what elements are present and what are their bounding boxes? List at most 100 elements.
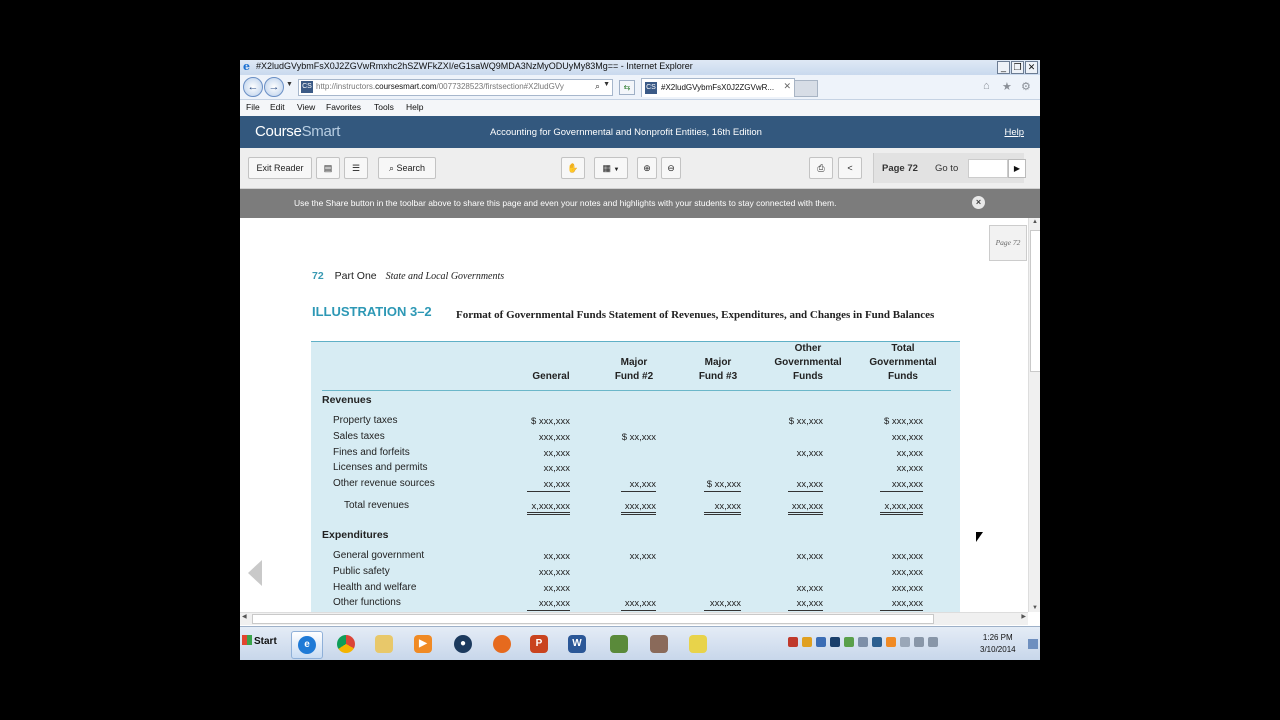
tray-shield-icon[interactable] bbox=[816, 637, 826, 647]
taskbar-app-books[interactable] bbox=[604, 631, 634, 657]
cell: xxx,xxx bbox=[788, 501, 823, 515]
close-window-button[interactable]: ✕ bbox=[1025, 61, 1038, 74]
vertical-scrollbar[interactable]: ▲ ▼ bbox=[1028, 218, 1040, 612]
cell: $ xx,xxx bbox=[788, 416, 823, 427]
help-link[interactable]: Help bbox=[1004, 127, 1024, 138]
taskbar-file-explorer[interactable] bbox=[369, 631, 399, 657]
printer-icon: ⎙ bbox=[817, 163, 825, 173]
folder-icon bbox=[375, 635, 393, 653]
row-label-licenses-and-permits: Licenses and permits bbox=[333, 462, 428, 473]
network-icon[interactable] bbox=[914, 637, 924, 647]
minimize-button[interactable]: _ bbox=[997, 61, 1010, 74]
share-notification-message: Use the Share button in the toolbar abov… bbox=[294, 198, 837, 208]
magnifier-icon: ⌕ bbox=[388, 163, 394, 173]
forward-button[interactable]: → bbox=[264, 77, 284, 97]
history-dropdown-icon[interactable]: ▼ bbox=[286, 81, 293, 88]
taskbar-powerpoint[interactable]: P bbox=[524, 631, 554, 657]
menu-edit[interactable]: Edit bbox=[270, 102, 285, 112]
cell: xx,xxx bbox=[543, 463, 570, 474]
horizontal-scroll-thumb[interactable] bbox=[252, 614, 934, 624]
zoom-out-button[interactable]: ⊖ bbox=[661, 157, 681, 179]
tray-app-icon[interactable] bbox=[858, 637, 868, 647]
word-icon: W bbox=[568, 635, 586, 653]
share-icon: < bbox=[847, 163, 853, 173]
menu-favorites[interactable]: Favorites bbox=[326, 102, 361, 112]
tab-close-icon[interactable]: ✕ bbox=[783, 81, 791, 92]
vertical-scroll-thumb[interactable] bbox=[1030, 230, 1040, 372]
action-center-flag-icon[interactable] bbox=[900, 637, 910, 647]
cell: xx,xxx bbox=[543, 583, 570, 594]
taskbar-screen-recorder[interactable]: ● bbox=[448, 631, 478, 657]
row-label-total-revenues: Total revenues bbox=[344, 500, 410, 511]
compatibility-view-icon[interactable]: ⇆ bbox=[619, 80, 635, 95]
taskbar-word[interactable]: W bbox=[562, 631, 592, 657]
row-label-sales-taxes: Sales taxes bbox=[333, 431, 385, 442]
taskbar-chrome[interactable] bbox=[331, 631, 361, 657]
tray-app-icon[interactable] bbox=[830, 637, 840, 647]
tray-app-icon[interactable] bbox=[802, 637, 812, 647]
menu-view[interactable]: View bbox=[297, 102, 315, 112]
back-button[interactable]: ← bbox=[243, 77, 263, 97]
previous-page-arrow-icon[interactable] bbox=[248, 560, 262, 586]
table-of-contents-button[interactable]: ☰ bbox=[344, 157, 368, 179]
page-number: 72 bbox=[312, 270, 324, 282]
taskbar-firefox[interactable] bbox=[487, 631, 517, 657]
zoom-in-button[interactable]: ⊕ bbox=[637, 157, 657, 179]
restore-button[interactable]: ❐ bbox=[1011, 61, 1024, 74]
taskbar-media-player[interactable]: ▶ bbox=[408, 631, 438, 657]
goto-page-input[interactable] bbox=[968, 159, 1008, 178]
address-bar[interactable]: CS http://instructors.coursesmart.com/00… bbox=[298, 79, 613, 96]
taskbar-internet-explorer[interactable]: e bbox=[291, 631, 323, 659]
row-label-other-functions: Other functions bbox=[333, 597, 401, 608]
goto-page-button[interactable]: ▶ bbox=[1008, 159, 1026, 178]
illustration-title: Format of Governmental Funds Statement o… bbox=[456, 309, 935, 321]
scroll-left-icon[interactable]: ◀ bbox=[242, 613, 247, 620]
view-mode-button[interactable]: ▦ ▼ bbox=[594, 157, 628, 179]
scroll-up-icon[interactable]: ▲ bbox=[1029, 219, 1040, 225]
close-notification-button[interactable]: × bbox=[972, 196, 985, 209]
cell: xxx,xxx bbox=[891, 432, 923, 443]
current-page-label: Page 72 bbox=[882, 163, 918, 174]
cell: xx,xxx bbox=[543, 448, 570, 459]
cell: $ xx,xxx bbox=[704, 479, 741, 492]
menu-tools[interactable]: Tools bbox=[374, 102, 394, 112]
hand-icon: ✋ bbox=[567, 163, 579, 173]
scroll-down-icon[interactable]: ▼ bbox=[1029, 605, 1040, 611]
menu-help[interactable]: Help bbox=[406, 102, 423, 112]
tray-app-icon[interactable] bbox=[844, 637, 854, 647]
new-tab-button[interactable] bbox=[794, 80, 818, 97]
browser-tab[interactable]: CS #X2ludGVybmFsX0J2ZGVwR... ✕ bbox=[641, 78, 795, 97]
share-button[interactable]: < bbox=[838, 157, 862, 179]
menu-file[interactable]: File bbox=[246, 102, 260, 112]
tray-app-icon[interactable] bbox=[886, 637, 896, 647]
settings-gear-icon[interactable]: ⚙ bbox=[1021, 80, 1031, 93]
exit-reader-button[interactable]: Exit Reader bbox=[248, 157, 312, 179]
scroll-right-icon[interactable]: ▶ bbox=[1021, 613, 1026, 620]
tray-app-icon[interactable] bbox=[788, 637, 798, 647]
pan-tool-button[interactable]: ✋ bbox=[561, 157, 585, 179]
column-header-major-fund-3: Major Fund #3 bbox=[698, 357, 738, 382]
horizontal-scrollbar[interactable]: ◀ ▶ bbox=[240, 612, 1028, 625]
search-button[interactable]: ⌕ Search bbox=[378, 157, 436, 179]
print-button[interactable]: ⎙ bbox=[809, 157, 833, 179]
volume-icon[interactable] bbox=[928, 637, 938, 647]
list-icon: ☰ bbox=[351, 163, 361, 173]
document-icon: ▤ bbox=[323, 163, 333, 173]
tray-app-icon[interactable] bbox=[872, 637, 882, 647]
search-icon[interactable]: ⌕ bbox=[595, 81, 600, 92]
address-url[interactable]: http://instructors.coursesmart.com/00773… bbox=[316, 82, 586, 91]
cell: xxx,xxx bbox=[527, 598, 570, 611]
taskbar-app-notes[interactable] bbox=[683, 631, 713, 657]
favorites-star-icon[interactable]: ★ bbox=[1002, 80, 1012, 93]
page-view-button[interactable]: ▤ bbox=[316, 157, 340, 179]
start-button[interactable]: Start bbox=[242, 635, 277, 647]
part-subtitle: State and Local Governments bbox=[385, 271, 505, 282]
row-label-fines-and-forfeits: Fines and forfeits bbox=[333, 447, 410, 458]
home-icon[interactable]: ⌂ bbox=[983, 80, 990, 92]
taskbar-app-tools[interactable] bbox=[644, 631, 674, 657]
row-label-general-government: General government bbox=[333, 550, 425, 561]
address-dropdown-icon[interactable]: ▼ bbox=[603, 81, 610, 88]
show-desktop-button[interactable] bbox=[1028, 639, 1038, 649]
cell: xxx,xxx bbox=[891, 583, 923, 594]
system-clock[interactable]: 1:26 PM 3/10/2014 bbox=[980, 632, 1016, 656]
